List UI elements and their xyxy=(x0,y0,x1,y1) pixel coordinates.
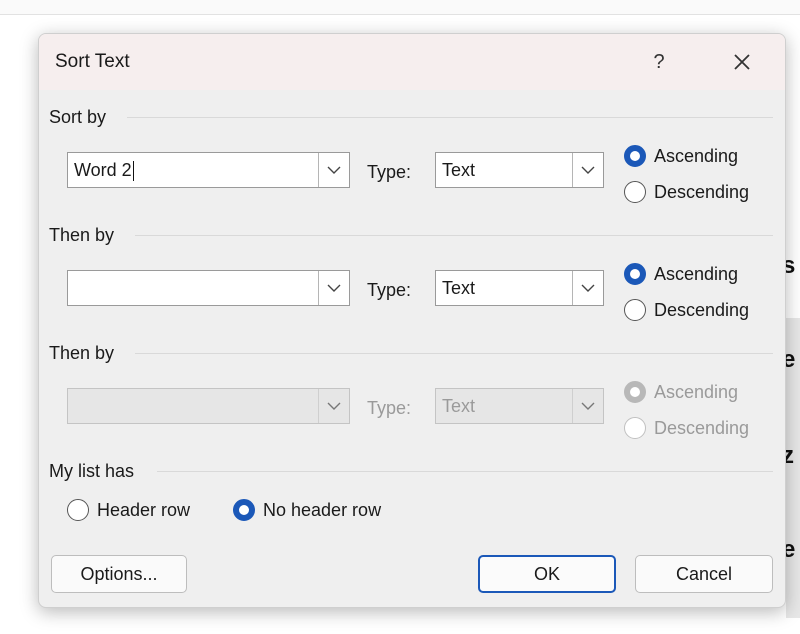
radio-unselected-icon xyxy=(624,417,646,439)
then-by-2-descending-label: Descending xyxy=(654,417,750,438)
sort-by-type-dropdown-arrow[interactable] xyxy=(572,153,603,187)
then-by-2-descending-radio: Descending xyxy=(624,417,749,439)
header-row-radio[interactable]: Header row xyxy=(67,499,190,521)
dialog-title-bar: Sort Text ? xyxy=(39,34,785,90)
sort-by-ascending-radio[interactable]: Ascending xyxy=(624,145,738,167)
list-has-label: My list has xyxy=(49,461,135,481)
then-by-1-ascending-label: Ascending xyxy=(654,263,739,284)
then-by-2-ascending-radio: Ascending xyxy=(624,381,738,403)
then-by-1-type-dropdown[interactable]: Text xyxy=(435,270,604,306)
then-by-1-descending-radio[interactable]: Descending xyxy=(624,299,749,321)
then-by-2-type-label: Type: xyxy=(367,398,412,418)
radio-unselected-icon xyxy=(624,181,646,203)
then-by-2-separator xyxy=(135,353,773,354)
close-icon xyxy=(734,54,750,70)
then-by-2-field-dropdown xyxy=(67,388,350,424)
sort-by-type-value: Text xyxy=(442,160,476,180)
chevron-down-icon xyxy=(581,284,595,292)
options-button[interactable]: Options... xyxy=(51,555,187,593)
list-has-separator xyxy=(157,471,773,472)
sort-by-descending-label: Descending xyxy=(654,181,750,202)
radio-selected-icon xyxy=(624,263,646,285)
sort-by-type-dropdown[interactable]: Text xyxy=(435,152,604,188)
then-by-1-label: Then by xyxy=(49,225,115,245)
dialog-title: Sort Text xyxy=(55,51,130,72)
sort-by-ascending-label: Ascending xyxy=(654,145,739,166)
sort-by-type-label: Type: xyxy=(367,162,412,182)
sort-by-descending-radio[interactable]: Descending xyxy=(624,181,749,203)
sort-by-field-value: Word 2 xyxy=(74,160,134,182)
then-by-2-type-dropdown: Text xyxy=(435,388,604,424)
sort-text-dialog: Sort Text ? Sort by Word 2 Type: Text As… xyxy=(38,33,786,608)
radio-selected-icon xyxy=(624,145,646,167)
then-by-1-field-dropdown-arrow[interactable] xyxy=(318,271,349,305)
chevron-down-icon xyxy=(581,166,595,174)
chevron-down-icon xyxy=(327,166,341,174)
text-caret xyxy=(132,161,134,182)
then-by-1-type-value: Text xyxy=(442,278,476,298)
then-by-1-separator xyxy=(135,235,773,236)
then-by-1-ascending-radio[interactable]: Ascending xyxy=(624,263,738,285)
chevron-down-icon xyxy=(327,402,341,410)
help-button[interactable]: ? xyxy=(641,44,677,80)
document-background-strip xyxy=(0,0,800,15)
then-by-2-field-dropdown-arrow xyxy=(318,389,349,423)
chevron-down-icon xyxy=(581,402,595,410)
close-button[interactable] xyxy=(722,44,762,80)
sort-by-label: Sort by xyxy=(49,107,107,127)
sort-by-separator xyxy=(127,117,773,118)
chevron-down-icon xyxy=(327,284,341,292)
no-header-row-label: No header row xyxy=(263,499,382,520)
then-by-2-type-dropdown-arrow xyxy=(572,389,603,423)
then-by-2-label: Then by xyxy=(49,343,115,363)
radio-unselected-icon xyxy=(624,299,646,321)
header-row-label: Header row xyxy=(97,499,191,520)
then-by-1-field-dropdown[interactable] xyxy=(67,270,350,306)
radio-selected-icon xyxy=(233,499,255,521)
sort-by-field-dropdown[interactable]: Word 2 xyxy=(67,152,350,188)
then-by-2-type-value: Text xyxy=(442,396,476,416)
then-by-2-ascending-label: Ascending xyxy=(654,381,739,402)
cancel-button[interactable]: Cancel xyxy=(635,555,773,593)
ok-button[interactable]: OK xyxy=(478,555,616,593)
no-header-row-radio[interactable]: No header row xyxy=(233,499,381,521)
then-by-1-descending-label: Descending xyxy=(654,299,750,320)
radio-selected-icon xyxy=(624,381,646,403)
then-by-1-type-label: Type: xyxy=(367,280,412,300)
sort-by-field-dropdown-arrow[interactable] xyxy=(318,153,349,187)
then-by-1-type-dropdown-arrow[interactable] xyxy=(572,271,603,305)
radio-unselected-icon xyxy=(67,499,89,521)
